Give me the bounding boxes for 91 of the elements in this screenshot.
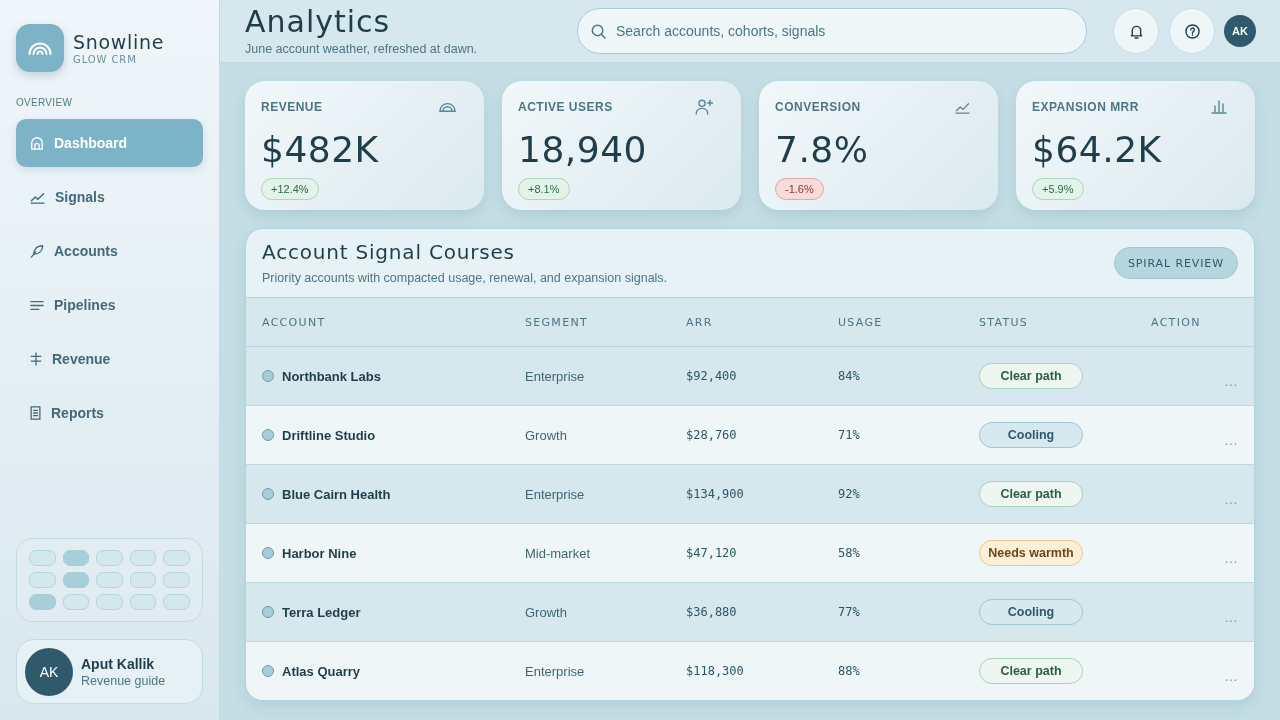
table-cell-text: $134,900	[686, 487, 745, 501]
notifications-button[interactable]	[1113, 8, 1159, 54]
trend-line-icon	[30, 190, 45, 204]
table-cell-text: 88%	[838, 664, 861, 678]
trend-line-icon	[955, 100, 970, 114]
kpi-label: CONVERSION	[775, 100, 861, 114]
page-title: Analytics	[245, 5, 392, 38]
user-name: Aput Kallik	[81, 654, 156, 673]
status-badge: Clear path	[979, 658, 1083, 684]
table-cell-text: $118,300	[686, 664, 745, 678]
nav-item[interactable]: Reports	[16, 389, 203, 437]
account-name: Terra Ledger	[282, 604, 361, 620]
bell-icon	[1129, 23, 1143, 39]
dome-icon	[30, 136, 44, 150]
crossed-line-icon	[30, 352, 42, 366]
help-icon	[1184, 23, 1200, 39]
kpi-label: EXPANSION MRR	[1032, 100, 1139, 114]
kpi-value: 7.8%	[775, 130, 869, 170]
page-subtitle: June account weather, refreshed at dawn.	[245, 40, 478, 57]
nav-item[interactable]: Pipelines	[16, 281, 203, 329]
delta-badge: +5.9%	[1032, 178, 1084, 200]
column-header: SEGMENT	[525, 315, 589, 329]
user-role: Revenue guide	[81, 672, 166, 689]
dot-icon	[262, 370, 274, 382]
column-header: USAGE	[838, 315, 884, 329]
column-header: STATUS	[979, 315, 1030, 329]
table-cell-text: $36,880	[686, 605, 738, 619]
nav-item[interactable]: Accounts	[16, 227, 203, 275]
bar-chart-icon	[1211, 100, 1227, 114]
lines-icon	[30, 299, 44, 311]
dot-icon	[262, 606, 274, 618]
search-icon	[591, 23, 606, 39]
table-title: Account Signal Courses	[262, 240, 516, 264]
dot-icon	[262, 547, 274, 559]
column-header: ARR	[686, 315, 714, 329]
dot-icon	[262, 488, 274, 500]
table-cell-text: 84%	[838, 369, 861, 383]
status-badge: Cooling	[979, 599, 1083, 625]
table-cell-text: Growth	[525, 427, 568, 443]
document-icon	[30, 406, 41, 420]
table-cell-text: $28,760	[686, 428, 738, 442]
kpi-value: $482K	[261, 130, 379, 170]
account-name: Blue Cairn Health	[282, 486, 391, 502]
account-name: Northbank Labs	[282, 368, 381, 384]
table-cell-text: Enterprise	[525, 368, 586, 384]
kpi-value: 18,940	[518, 130, 647, 170]
delta-badge: +12.4%	[261, 178, 319, 200]
status-badge: Cooling	[979, 422, 1083, 448]
nav-item[interactable]: Revenue	[16, 335, 203, 383]
status-badge: Clear path	[979, 481, 1083, 507]
kpi-value: $64.2K	[1032, 130, 1162, 170]
table-cell-text: Growth	[525, 604, 568, 620]
status-badge: Clear path	[979, 363, 1083, 389]
table-cell-text: Mid-market	[525, 545, 591, 561]
table-cell-text: Enterprise	[525, 486, 586, 502]
table-cell-text: 77%	[838, 605, 861, 619]
table-cell-text: 58%	[838, 546, 861, 560]
account-name: Harbor Nine	[282, 545, 357, 561]
more-button[interactable]: …	[1224, 668, 1238, 684]
help-button[interactable]	[1169, 8, 1215, 54]
rainbow-logo-icon	[16, 24, 64, 72]
dot-icon	[262, 665, 274, 677]
user-avatar: AK	[25, 647, 73, 696]
review-button[interactable]: SPIRAL REVIEW	[1113, 247, 1238, 279]
brand-tagline: GLOW CRM	[73, 52, 138, 66]
more-button[interactable]: …	[1224, 550, 1238, 566]
more-button[interactable]: …	[1224, 432, 1238, 448]
arch-icon	[439, 102, 456, 112]
delta-badge: -1.6%	[775, 178, 824, 200]
user-plus-icon	[695, 99, 713, 115]
section-label: OVERVIEW	[16, 97, 74, 109]
dot-icon	[262, 429, 274, 441]
leaf-icon	[30, 244, 44, 258]
account-name: Atlas Quarry	[282, 663, 361, 679]
table-cell-text: 92%	[838, 487, 861, 501]
search-field[interactable]: Search accounts, cohorts, signals	[577, 8, 1087, 54]
kpi-label: ACTIVE USERS	[518, 100, 613, 114]
nav-item[interactable]: Signals	[16, 173, 203, 221]
table-subtitle: Priority accounts with compacted usage, renewal, and expansion signals.	[262, 270, 668, 286]
table-cell-text: $47,120	[686, 546, 738, 560]
table-cell-text: Enterprise	[525, 663, 586, 679]
status-badge: Needs warmth	[979, 540, 1083, 566]
brand-name: Snowline	[73, 30, 165, 53]
kpi-label: REVENUE	[261, 100, 323, 114]
column-header: ACTION	[1151, 315, 1202, 329]
table-cell-text: $92,400	[686, 369, 738, 383]
profile-avatar[interactable]: AK	[1224, 15, 1256, 47]
column-header: ACCOUNT	[262, 315, 327, 329]
table-cell-text: 71%	[838, 428, 861, 442]
delta-badge: +8.1%	[518, 178, 570, 200]
account-name: Driftline Studio	[282, 427, 376, 443]
